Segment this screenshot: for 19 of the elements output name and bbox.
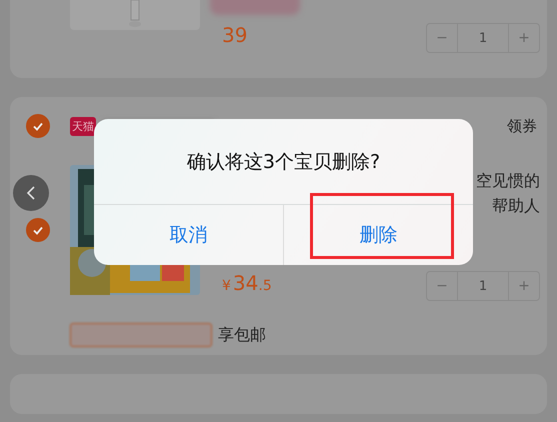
- store-badge: 天猫: [70, 116, 96, 136]
- increment-button[interactable]: +: [509, 24, 539, 52]
- price: ¥34.5: [222, 271, 272, 295]
- product-title[interactable]: 帮助人: [492, 196, 540, 217]
- decrement-button[interactable]: −: [427, 24, 457, 52]
- dialog-message: 确认将这3个宝贝删除?: [94, 119, 473, 205]
- product-title[interactable]: 空见惯的: [476, 171, 540, 192]
- checkbox[interactable]: [26, 218, 50, 242]
- chevron-left-icon: [25, 185, 37, 201]
- dialog-button[interactable]: 取消: [94, 205, 283, 265]
- shipping-note: 享包邮: [218, 324, 266, 346]
- dialog-button[interactable]: 删除: [284, 205, 473, 265]
- checkbox[interactable]: [26, 114, 50, 138]
- coupon-link[interactable]: 领券: [507, 116, 537, 136]
- quantity-value: 1: [457, 24, 509, 52]
- decrement-button[interactable]: −: [427, 272, 457, 300]
- price: 39: [222, 23, 248, 47]
- increment-button[interactable]: +: [509, 272, 539, 300]
- quantity-value: 1: [457, 272, 509, 300]
